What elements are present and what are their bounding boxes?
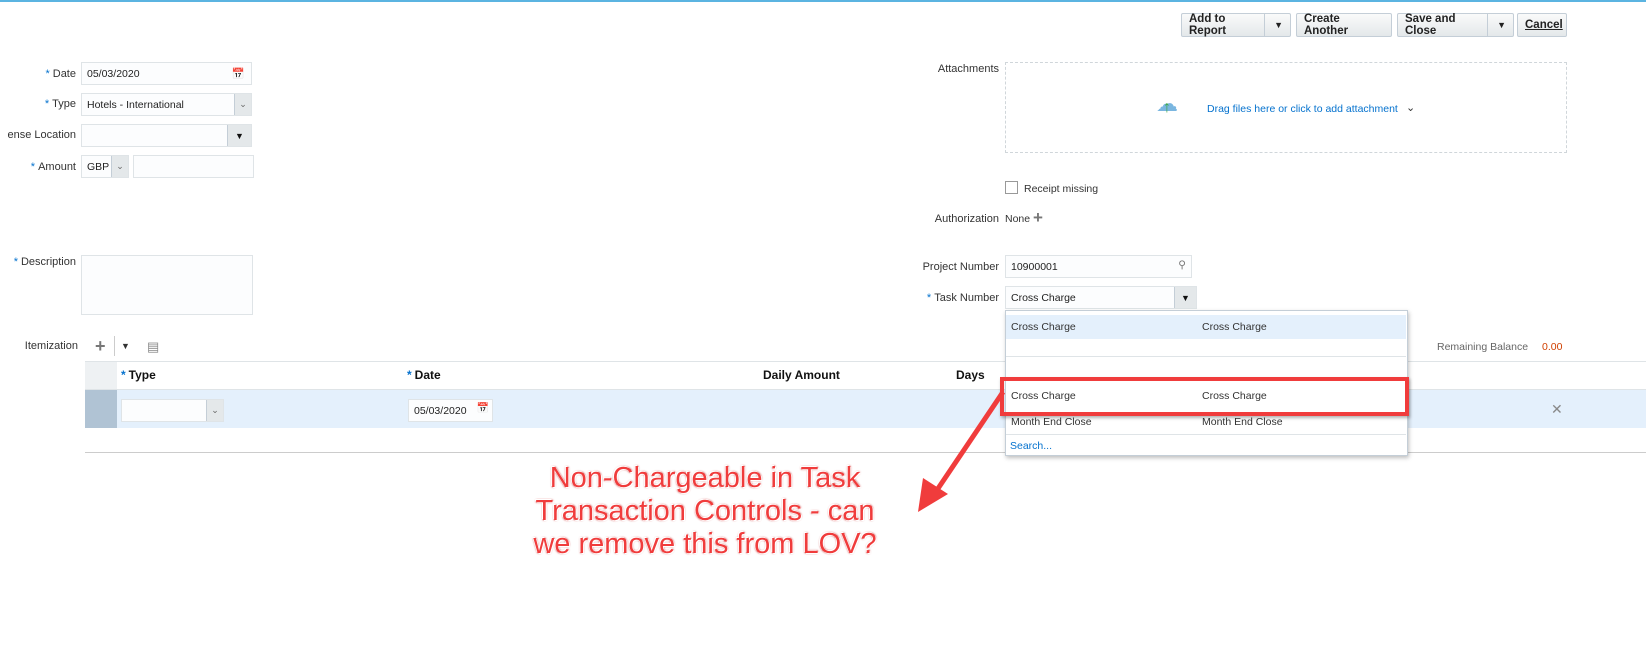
annotation-arrow <box>918 390 1006 512</box>
annotation-text: Non-Chargeable in Task Transaction Contro… <box>533 462 877 560</box>
